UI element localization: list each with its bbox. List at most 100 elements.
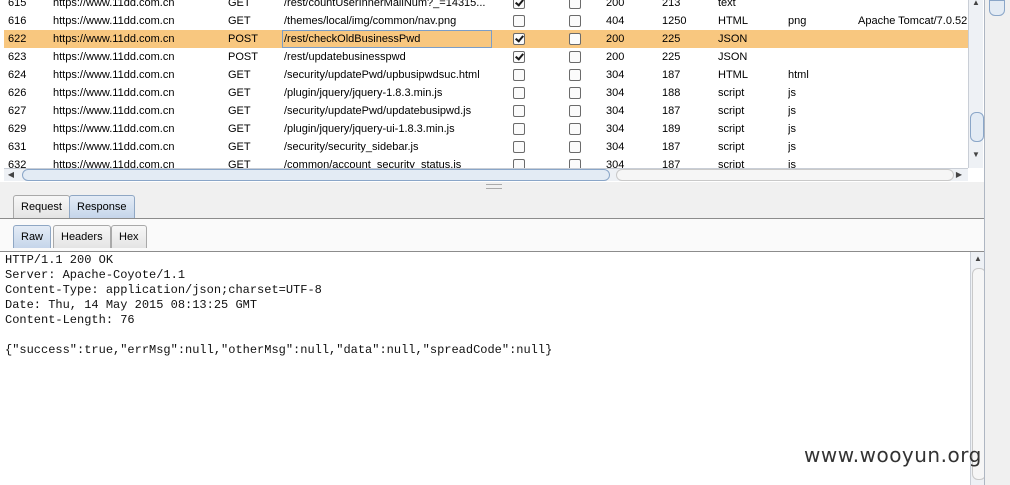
row-host: https://www.11dd.com.cn	[53, 123, 175, 135]
table-row[interactable]: 632 https://www.11dd.com.cn GET/common/acc…	[4, 156, 968, 168]
scroll-down-arrow-icon[interactable]: ▼	[969, 150, 983, 159]
row-length: 187	[662, 105, 681, 117]
row-method: GET	[228, 159, 251, 168]
history-horizontal-scrollbar[interactable]: ◀ ▶	[4, 168, 968, 181]
row-extension: png	[788, 15, 807, 27]
row-status: 304	[606, 69, 625, 81]
params-checkbox[interactable]	[513, 0, 525, 9]
edited-checkbox[interactable]	[569, 87, 581, 99]
window-right-scrollbar[interactable]	[984, 0, 1010, 485]
response-line: {"success":true,"errMsg":null,"otherMsg"…	[5, 343, 553, 357]
params-checkbox[interactable]	[513, 123, 525, 135]
tab-raw[interactable]: Raw	[13, 225, 52, 248]
row-mime-type: script	[718, 159, 745, 168]
row-method: GET	[228, 0, 251, 9]
params-checkbox[interactable]	[513, 87, 525, 99]
row-method: GET	[228, 87, 251, 99]
params-checkbox[interactable]	[513, 69, 525, 81]
row-status: 304	[606, 87, 625, 99]
row-method: GET	[228, 141, 251, 153]
row-host: https://www.11dd.com.cn	[53, 69, 175, 81]
edited-checkbox[interactable]	[569, 0, 581, 9]
row-status: 200	[606, 51, 625, 63]
row-extension: js	[788, 123, 796, 135]
watermark-text: www.wooyun.org	[804, 443, 982, 467]
row-server: Apache Tomcat/7.0.52	[858, 15, 968, 27]
response-line: Date: Thu, 14 May 2015 08:13:25 GMT	[5, 298, 258, 312]
row-host: https://www.11dd.com.cn	[53, 105, 175, 117]
row-extension: html	[788, 69, 809, 81]
edited-checkbox[interactable]	[569, 69, 581, 81]
tab-headers[interactable]: Headers	[53, 225, 111, 248]
edited-checkbox[interactable]	[569, 159, 581, 168]
row-mime-type: script	[718, 141, 745, 153]
row-mime-type: script	[718, 123, 745, 135]
row-status: 404	[606, 15, 625, 27]
params-checkbox[interactable]	[513, 33, 525, 45]
row-length: 187	[662, 141, 681, 153]
params-checkbox[interactable]	[513, 15, 525, 27]
row-extension: js	[788, 159, 796, 168]
table-row[interactable]: 631 https://www.11dd.com.cn GET/security/s…	[4, 138, 968, 156]
scroll-right-arrow-icon[interactable]: ▶	[952, 170, 966, 179]
edited-checkbox[interactable]	[569, 105, 581, 117]
table-row[interactable]: 624 https://www.11dd.com.cn GET/security/u…	[4, 66, 968, 84]
scroll-left-arrow-icon[interactable]: ◀	[4, 170, 18, 179]
row-url: /rest/checkOldBusinessPwd	[282, 30, 492, 48]
params-checkbox[interactable]	[513, 51, 525, 63]
row-url: /plugin/jquery/jquery-1.8.3.min.js	[284, 87, 443, 99]
tab-response[interactable]: Response	[69, 195, 135, 218]
params-checkbox[interactable]	[513, 105, 525, 117]
row-number: 624	[8, 69, 27, 81]
row-host: https://www.11dd.com.cn	[53, 15, 175, 27]
params-checkbox-cell	[513, 156, 531, 168]
scroll-up-arrow-icon[interactable]: ▲	[969, 0, 983, 7]
row-status: 304	[606, 123, 625, 135]
row-mime-type: HTML	[718, 15, 748, 27]
table-row[interactable]: 627 https://www.11dd.com.cn GET/security/u…	[4, 102, 968, 120]
history-vertical-scrollbar[interactable]: ▲ ▼	[968, 0, 984, 168]
scroll-up-arrow-icon[interactable]: ▲	[971, 254, 985, 263]
edited-checkbox[interactable]	[569, 15, 581, 27]
row-number: 627	[8, 105, 27, 117]
params-checkbox[interactable]	[513, 141, 525, 153]
row-number: 632	[8, 159, 27, 168]
row-url: /themes/local/img/common/nav.png	[284, 15, 457, 27]
tab-request[interactable]: Request	[13, 195, 70, 218]
row-mime-type: text	[718, 0, 736, 9]
table-row[interactable]: 623 https://www.11dd.com.cn POST/rest/upda…	[4, 48, 968, 66]
row-method: GET	[228, 69, 251, 81]
scrollbar-track-segment	[616, 169, 954, 181]
table-row[interactable]: 615 https://www.11dd.com.cn GET/rest/count…	[4, 0, 968, 12]
table-row[interactable]: 616 https://www.11dd.com.cn GET/themes/loc…	[4, 12, 968, 30]
edited-checkbox-cell	[569, 156, 587, 168]
scrollbar-thumb[interactable]	[970, 112, 984, 142]
row-length: 187	[662, 69, 681, 81]
proxy-history-table: 615 https://www.11dd.com.cn GET/rest/count…	[4, 0, 968, 168]
scrollbar-thumb[interactable]	[22, 169, 610, 181]
pane-split-divider[interactable]	[0, 182, 984, 190]
row-status: 304	[606, 105, 625, 117]
row-mime-type: JSON	[718, 51, 748, 63]
row-url: /rest/countUserInnerMailNum?_=14315...	[284, 0, 486, 9]
row-number: 631	[8, 141, 27, 153]
row-host: https://www.11dd.com.cn	[53, 87, 175, 99]
table-row[interactable]: 629 https://www.11dd.com.cn GET/plugin/jqu…	[4, 120, 968, 138]
table-row[interactable]: 626 https://www.11dd.com.cn GET/plugin/jqu…	[4, 84, 968, 102]
table-row[interactable]: 622 https://www.11dd.com.cn POST/rest/chec…	[4, 30, 968, 48]
row-number: 615	[8, 0, 27, 9]
row-number: 626	[8, 87, 27, 99]
row-url: /security/security_sidebar.js	[284, 141, 419, 153]
edited-checkbox[interactable]	[569, 33, 581, 45]
edited-checkbox[interactable]	[569, 141, 581, 153]
response-line: Content-Type: application/json;charset=U…	[5, 283, 322, 297]
row-length: 225	[662, 51, 681, 63]
divider-grip-icon[interactable]	[486, 184, 502, 189]
row-host: https://www.11dd.com.cn	[53, 33, 175, 45]
tab-hex[interactable]: Hex	[111, 225, 147, 248]
scrollbar-thumb[interactable]	[989, 0, 1005, 16]
edited-checkbox[interactable]	[569, 51, 581, 63]
row-host: https://www.11dd.com.cn	[53, 159, 175, 168]
params-checkbox[interactable]	[513, 159, 525, 168]
edited-checkbox[interactable]	[569, 123, 581, 135]
